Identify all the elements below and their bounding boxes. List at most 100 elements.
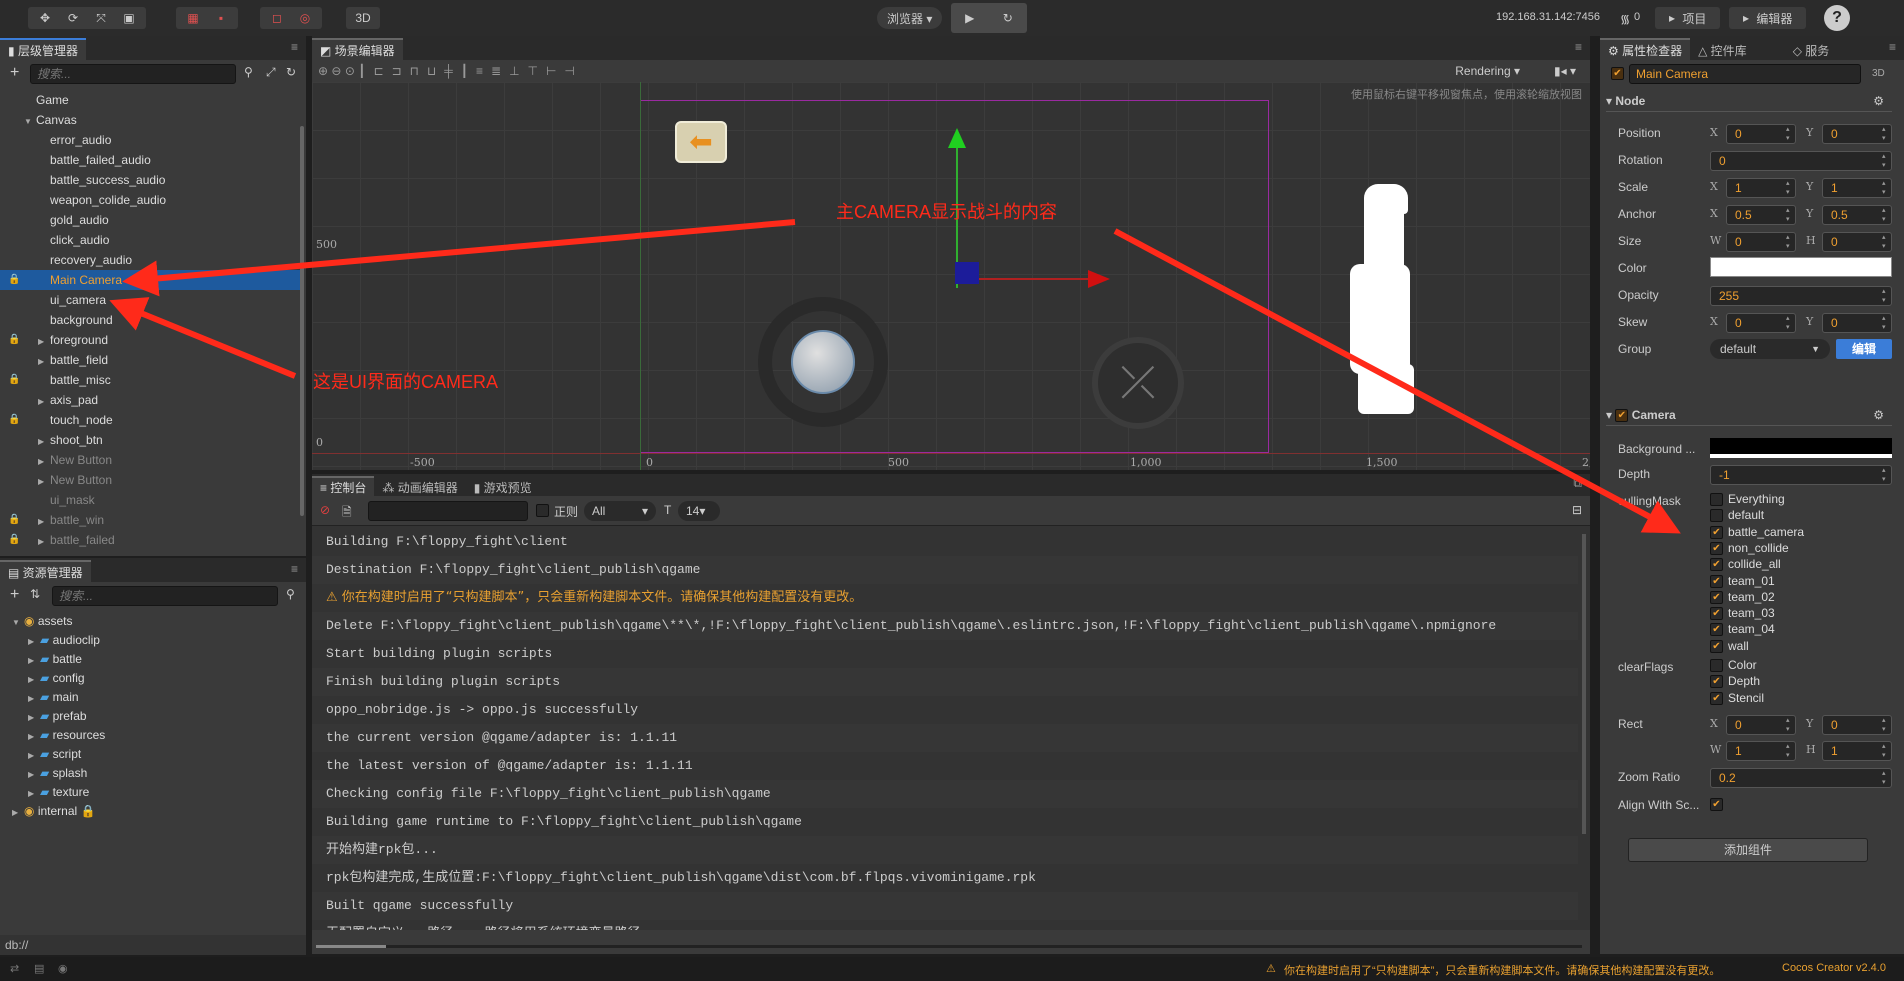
- gear-icon[interactable]: ⚙: [1873, 404, 1884, 426]
- position-x-input[interactable]: 0: [1726, 124, 1796, 144]
- rotation-input[interactable]: 0: [1710, 151, 1892, 171]
- asset-item[interactable]: ▶ ▰ battle: [0, 650, 82, 669]
- locate-icon[interactable]: ⤢: [266, 65, 276, 80]
- hierarchy-node[interactable]: gold_audio: [0, 210, 300, 230]
- checkbox[interactable]: ✔: [1710, 623, 1723, 637]
- expand-arrow-icon[interactable]: ▶: [38, 472, 50, 492]
- asset-item[interactable]: ▶ ▰ resources: [0, 726, 105, 745]
- size-w-input[interactable]: 0: [1726, 232, 1796, 252]
- hierarchy-node[interactable]: ui_camera: [0, 290, 300, 310]
- edit-group-button[interactable]: 编辑: [1836, 339, 1892, 359]
- search-icon[interactable]: ⚲: [244, 65, 253, 79]
- zoom-in-icon[interactable]: ⊕: [318, 64, 328, 78]
- scene-viewport[interactable]: 使用鼠标右键平移视窗焦点，使用滚轮缩放视图 500 0 -500 0 500 1…: [312, 82, 1590, 470]
- hierarchy-node[interactable]: click_audio: [0, 230, 300, 250]
- camera-enabled-checkbox[interactable]: ✔: [1615, 409, 1629, 423]
- anchor-y-input[interactable]: 0.5: [1822, 205, 1892, 225]
- checkbox[interactable]: ✔: [1710, 525, 1723, 539]
- panel-menu-icon[interactable]: ≡: [291, 562, 298, 576]
- expand-arrow-icon[interactable]: ▶: [28, 689, 40, 708]
- rect-h-input[interactable]: 1: [1822, 741, 1892, 761]
- checkbox[interactable]: ✔: [1710, 590, 1723, 604]
- refresh-icon[interactable]: ↻: [286, 65, 296, 79]
- checkbox[interactable]: ✔: [1710, 675, 1723, 689]
- checkbox[interactable]: [1710, 493, 1723, 506]
- camera-select-icon[interactable]: ▮◂ ▾: [1554, 60, 1576, 82]
- expand-arrow-icon[interactable]: ▶: [38, 532, 50, 552]
- search-icon[interactable]: ⚲: [286, 587, 295, 601]
- expand-arrow-icon[interactable]: ▶: [28, 651, 40, 670]
- lock-icon[interactable]: 🔒: [8, 330, 20, 350]
- hierarchy-node[interactable]: background: [0, 310, 300, 330]
- scale-y-input[interactable]: 1: [1822, 178, 1892, 198]
- add-component-button[interactable]: 添加组件: [1628, 838, 1868, 862]
- asset-item[interactable]: ▶ ▰ audioclip: [0, 631, 100, 650]
- hierarchy-node[interactable]: 🔒 battle_misc: [0, 370, 300, 390]
- eye-icon[interactable]: ◉: [58, 962, 68, 975]
- asset-item[interactable]: ▶ ▰ texture: [0, 783, 89, 802]
- expand-arrow-icon[interactable]: ▶: [28, 727, 40, 746]
- collapse-icon[interactable]: ⊟: [1572, 503, 1582, 517]
- expand-arrow-icon[interactable]: ▶: [38, 352, 50, 372]
- hierarchy-node[interactable]: 🔒 touch_node: [0, 410, 300, 430]
- lock-icon[interactable]: 🔒: [8, 510, 20, 530]
- help-button[interactable]: ?: [1824, 5, 1850, 31]
- hierarchy-node[interactable]: 🔒 ▶ battle_win: [0, 510, 300, 530]
- rect-tool-icon[interactable]: ▣: [116, 8, 142, 28]
- tab-animation[interactable]: ⁂ 动画编辑器: [374, 476, 466, 496]
- asset-item[interactable]: ▶ ▰ splash: [0, 764, 87, 783]
- checkbox[interactable]: ✔: [1710, 691, 1723, 705]
- scale-x-input[interactable]: 1: [1726, 178, 1796, 198]
- expand-arrow-icon[interactable]: ▶: [28, 670, 40, 689]
- open-project-button[interactable]: ▸ 项目: [1655, 7, 1721, 29]
- hierarchy-node[interactable]: battle_failed_audio: [0, 150, 300, 170]
- hierarchy-node[interactable]: 🔒 Main Camera: [0, 270, 300, 290]
- checkbox[interactable]: ✔: [1710, 558, 1723, 572]
- hierarchy-node[interactable]: battle_success_audio: [0, 170, 300, 190]
- asset-item[interactable]: ▶ ▰ script: [0, 745, 81, 764]
- local-coord-icon[interactable]: ◻: [264, 8, 290, 28]
- global-coord-icon[interactable]: ◎: [292, 8, 318, 28]
- zoom-input[interactable]: 0.2: [1710, 768, 1892, 788]
- open-log-icon[interactable]: 🗎: [342, 503, 352, 524]
- hierarchy-node[interactable]: ▶ shoot_btn: [0, 430, 300, 450]
- regex-checkbox[interactable]: [536, 504, 549, 517]
- console-scrollbar[interactable]: [1582, 534, 1586, 834]
- tab-scene[interactable]: ◩ 场景编辑器: [312, 38, 403, 60]
- asset-item[interactable]: ▶ ◉ internal 🔒: [0, 802, 95, 821]
- tab-services[interactable]: ◇ 服务: [1784, 38, 1838, 60]
- tab-hierarchy[interactable]: ▮ 层级管理器: [0, 38, 86, 60]
- sync-icon[interactable]: ⇄: [10, 962, 19, 975]
- rotate-tool-icon[interactable]: ⟳: [60, 8, 86, 28]
- tab-game-preview[interactable]: ▮ 游戏预览: [465, 476, 540, 496]
- tab-inspector[interactable]: ⚙ 属性检查器: [1600, 38, 1691, 60]
- background-color-swatch[interactable]: [1710, 438, 1892, 458]
- expand-arrow-icon[interactable]: ▶: [28, 632, 40, 651]
- asset-item[interactable]: ▶ ▰ config: [0, 669, 85, 688]
- rendering-select[interactable]: Rendering ▾: [1455, 60, 1520, 82]
- console-hscrollbar[interactable]: [316, 945, 1582, 948]
- panel-menu-icon[interactable]: ≡: [291, 40, 298, 54]
- database-icon[interactable]: ▤: [34, 962, 44, 975]
- asset-item[interactable]: ▶ ▰ prefab: [0, 707, 87, 726]
- position-y-input[interactable]: 0: [1822, 124, 1892, 144]
- hierarchy-node[interactable]: ui_mask: [0, 490, 300, 510]
- add-node-icon[interactable]: +: [10, 64, 19, 82]
- lock-icon[interactable]: 🔒: [8, 530, 20, 550]
- align-icons[interactable]: ┃⊏⊐⊓⊔╪┃≡≣⊥⊤⊢⊣: [358, 64, 583, 78]
- asset-item[interactable]: ▼ ◉ assets: [0, 612, 73, 631]
- panel-menu-icon[interactable]: ≡: [1889, 40, 1896, 54]
- skew-x-input[interactable]: 0: [1726, 313, 1796, 333]
- expand-arrow-icon[interactable]: ▶: [38, 512, 50, 532]
- anchor-x-input[interactable]: 0.5: [1726, 205, 1796, 225]
- assets-search-input[interactable]: 搜索...: [52, 586, 278, 606]
- camera-section-header[interactable]: ▾ ✔ Camera ⚙: [1606, 404, 1892, 426]
- tab-console[interactable]: ≡ 控制台: [312, 476, 375, 496]
- tab-widget-library[interactable]: △ 控件库: [1690, 38, 1755, 60]
- preview-platform-select[interactable]: 浏览器 ▾: [877, 7, 943, 29]
- expand-arrow-icon[interactable]: ▶: [28, 765, 40, 784]
- font-size-select[interactable]: 14▾: [678, 501, 720, 521]
- refresh-icon[interactable]: ↻: [1003, 11, 1013, 25]
- node-name-input[interactable]: Main Camera: [1629, 64, 1861, 84]
- skew-y-input[interactable]: 0: [1822, 313, 1892, 333]
